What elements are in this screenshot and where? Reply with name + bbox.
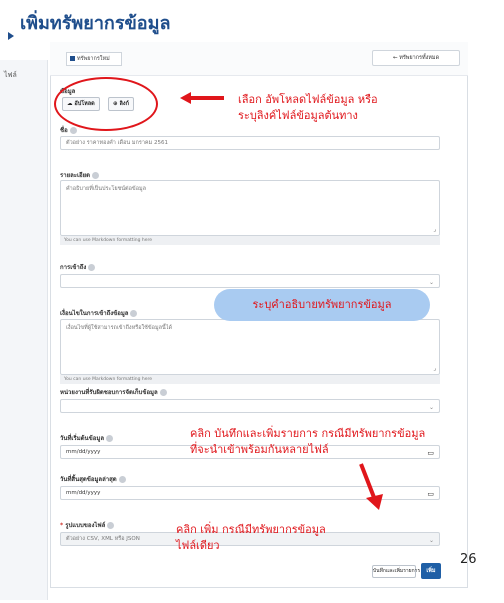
highlight-ellipse bbox=[54, 77, 158, 131]
name-input[interactable]: ตัวอย่าง ราคาทองคำ เดือน มกราคม 2561 bbox=[60, 136, 440, 150]
end-date-label: วันที่สิ้นสุดข้อมูลล่าสุด bbox=[60, 474, 126, 484]
chevron-down-icon: ⌄ bbox=[428, 279, 434, 286]
save-and-add-button[interactable]: บันทึกและเพิ่มรายการ bbox=[372, 565, 420, 578]
help-icon[interactable] bbox=[92, 172, 100, 179]
help-icon[interactable] bbox=[159, 389, 167, 396]
resize-handle-icon[interactable]: ⌟ bbox=[433, 365, 436, 372]
usage-textarea[interactable]: เงื่อนไขที่ผู้ใช้สามารถเข้าถึงหรือใช้ข้อ… bbox=[60, 319, 440, 375]
file-format-placeholder: ตัวอย่าง CSV, XML หรือ JSON bbox=[66, 536, 140, 542]
sidebar-label[interactable]: ไฟล์ bbox=[4, 70, 17, 81]
access-label-text: การเข้าถึง bbox=[60, 264, 87, 271]
start-date-label: วันที่เริ่มต้นข้อมูล bbox=[60, 433, 113, 443]
usage-label: เงื่อนไขในการเข้าถึงข้อมูล bbox=[60, 308, 138, 318]
unit-label-text: หน่วยงานที่รับผิดชอบการจัดเก็บข้อมูล bbox=[60, 389, 158, 396]
help-icon[interactable] bbox=[107, 522, 115, 529]
unit-select[interactable]: ⌄ bbox=[60, 399, 440, 413]
description-annotation: ระบุคำอธิบายทรัพยากรข้อมูล bbox=[214, 289, 430, 321]
usage-placeholder: เงื่อนไขที่ผู้ใช้สามารถเข้าถึงหรือใช้ข้อ… bbox=[66, 325, 173, 331]
access-select[interactable]: ⌄ bbox=[60, 274, 440, 288]
calendar-icon[interactable]: ▭ bbox=[427, 447, 434, 458]
resource-icon bbox=[70, 56, 75, 61]
file-format-label-text: รูปแบบของไฟล์ bbox=[65, 522, 106, 529]
unit-label: หน่วยงานที่รับผิดชอบการจัดเก็บข้อมูล bbox=[60, 387, 167, 397]
start-date-label-text: วันที่เริ่มต้นข้อมูล bbox=[60, 435, 104, 442]
help-icon[interactable] bbox=[130, 310, 138, 317]
add-annotation-line-2: ไฟล์เดียว bbox=[176, 539, 220, 552]
save-annotation-line-1: คลิก บันทึกและเพิ่มรายการ กรณีมีทรัพยากร… bbox=[190, 427, 426, 440]
chevron-down-icon: ⌄ bbox=[428, 404, 434, 411]
description-label: รายละเอียด bbox=[60, 170, 100, 180]
access-label: การเข้าถึง bbox=[60, 262, 96, 272]
tab-label: ทรัพยากรใหม่ bbox=[77, 56, 110, 62]
description-label-text: รายละเอียด bbox=[60, 172, 91, 179]
all-resources-button[interactable]: ← ทรัพยากรทั้งหมด bbox=[372, 50, 460, 66]
end-date-label-text: วันที่สิ้นสุดข้อมูลล่าสุด bbox=[60, 476, 117, 483]
name-label-text: ชื่อ bbox=[60, 127, 68, 134]
markdown-hint-2: You can use Markdown formatting here bbox=[60, 375, 440, 384]
slide-title: เพิ่มทรัพยากรข้อมูล bbox=[20, 13, 171, 34]
add-annotation-line-1: คลิก เพิ่ม กรณีมีทรัพยากรข้อมูล bbox=[176, 523, 326, 536]
upload-annotation-line-1: เลือก อัพโหลดไฟล์ข้อมูล หรือ bbox=[238, 93, 378, 106]
chevron-down-icon: ⌄ bbox=[428, 537, 434, 544]
start-date-placeholder: mm/dd/yyyy bbox=[66, 449, 101, 455]
usage-label-text: เงื่อนไขในการเข้าถึงข้อมูล bbox=[60, 310, 129, 317]
help-icon[interactable] bbox=[118, 476, 126, 483]
description-textarea[interactable]: คำอธิบายที่เป็นประโยชน์ต่อข้อมูล ⌟ bbox=[60, 180, 440, 236]
help-icon[interactable] bbox=[88, 264, 96, 271]
description-placeholder: คำอธิบายที่เป็นประโยชน์ต่อข้อมูล bbox=[66, 186, 146, 192]
name-label: ชื่อ bbox=[60, 125, 77, 135]
calendar-icon[interactable]: ▭ bbox=[427, 488, 434, 499]
resize-handle-icon[interactable]: ⌟ bbox=[433, 226, 436, 233]
title-bullet-icon bbox=[8, 32, 14, 40]
end-date-placeholder: mm/dd/yyyy bbox=[66, 490, 101, 496]
sidebar bbox=[0, 60, 48, 600]
save-annotation-line-2: ที่จะนำเข้าพร้อมกันหลายไฟล์ bbox=[190, 443, 329, 456]
help-icon[interactable] bbox=[69, 127, 77, 134]
arrow-down-icon bbox=[359, 463, 383, 510]
upload-annotation-line-2: ระบุลิงค์ไฟล์ข้อมูลต้นทาง bbox=[238, 109, 358, 122]
markdown-hint: You can use Markdown formatting here bbox=[60, 236, 440, 245]
add-button[interactable]: เพิ่ม bbox=[421, 563, 441, 579]
tab-new-resource[interactable]: ทรัพยากรใหม่ bbox=[66, 52, 122, 66]
arrow-shaft bbox=[190, 96, 224, 100]
help-icon[interactable] bbox=[106, 435, 113, 442]
page-number: 26 bbox=[460, 552, 477, 567]
file-format-label: * รูปแบบของไฟล์ bbox=[60, 520, 115, 530]
